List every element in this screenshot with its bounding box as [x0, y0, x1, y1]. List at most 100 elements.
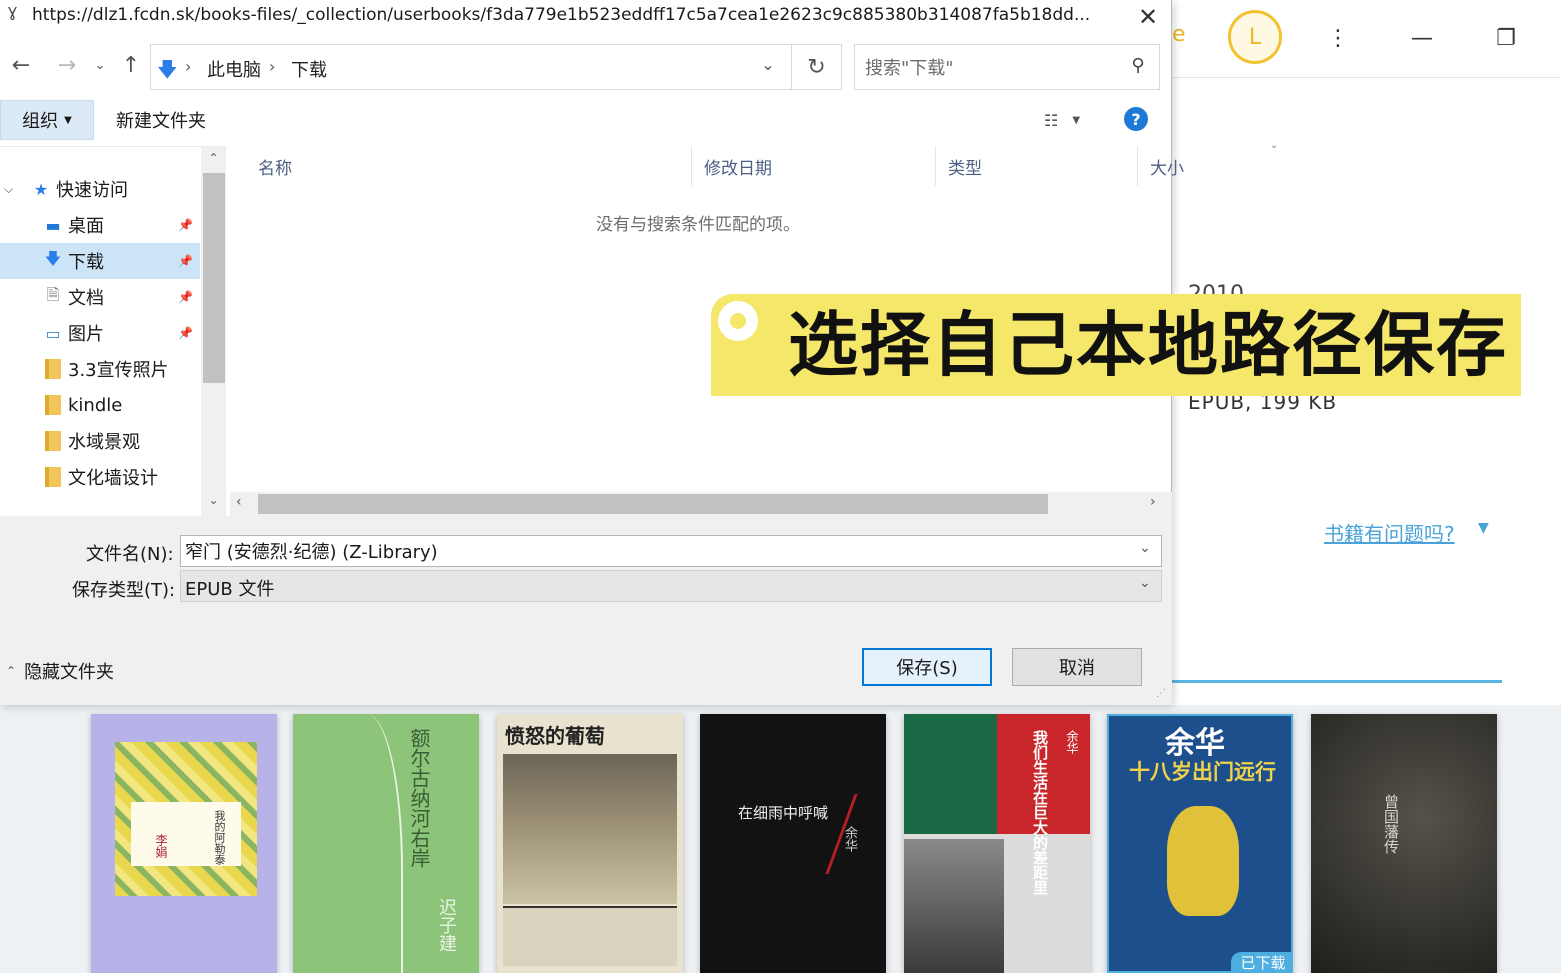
- sidebar-item-label: 桌面: [68, 216, 104, 237]
- sidebar-item-documents[interactable]: 🗎 文档 📌: [0, 279, 200, 315]
- back-arrow-icon[interactable]: ←: [6, 50, 36, 80]
- sidebar-item-desktop[interactable]: ▬ 桌面 📌: [0, 207, 200, 243]
- more-icon[interactable]: ⋮: [1318, 20, 1358, 56]
- star-icon: ★: [33, 179, 49, 199]
- sidebar-item-label: 下载: [68, 252, 104, 273]
- desktop-icon: ▬: [45, 215, 61, 235]
- book-cover[interactable]: 我们生活在巨大的差距里 余华: [904, 714, 1090, 973]
- filetype-select[interactable]: EPUB 文件 ⌄: [180, 570, 1162, 602]
- column-label: 修改日期: [704, 158, 772, 179]
- minimize-icon[interactable]: —: [1402, 20, 1442, 56]
- sidebar-item-downloads[interactable]: 🡇 下载 📌: [0, 243, 200, 279]
- book-author: 迟子建: [436, 898, 457, 952]
- book-title: 曾国藩传: [1382, 794, 1400, 854]
- chevron-right-icon[interactable]: ›: [185, 57, 191, 76]
- filetype-label: 保存类型(T):: [72, 580, 176, 601]
- column-type[interactable]: 类型: [936, 146, 1138, 186]
- search-box[interactable]: ⚲: [854, 44, 1160, 90]
- chevron-down-icon[interactable]: ⌄: [753, 55, 783, 81]
- close-icon[interactable]: ✕: [1126, 0, 1170, 34]
- column-name[interactable]: 名称: [246, 146, 692, 186]
- avatar[interactable]: L: [1228, 10, 1282, 64]
- column-size[interactable]: 大小: [1138, 146, 1198, 186]
- scroll-up-icon[interactable]: ⌃: [201, 151, 226, 171]
- caret-down-icon: ▼: [1072, 114, 1081, 126]
- nav-scrollbar[interactable]: ⌃ ⌄: [201, 147, 226, 516]
- book-title: 我们生活在巨大的差距里: [1031, 730, 1049, 895]
- sidebar-item-pictures[interactable]: ▭ 图片 📌: [0, 315, 200, 351]
- navigation-bar: ← → ⌄ ↑ 🡇 › 此电脑 › 下载 ⌄ ↻ ⚲: [0, 40, 1172, 94]
- scroll-down-icon[interactable]: ⌄: [201, 493, 226, 513]
- book-issue-link[interactable]: 书籍有问题吗?: [1324, 518, 1455, 547]
- sidebar-item-label: 3.3宣传照片: [68, 360, 169, 381]
- pin-icon[interactable]: 📌: [178, 218, 193, 232]
- filename-input[interactable]: [185, 539, 1125, 563]
- up-arrow-icon[interactable]: ↑: [116, 50, 146, 80]
- organize-label: 组织: [22, 111, 59, 132]
- chevron-down-icon[interactable]: ⌄: [1139, 575, 1151, 591]
- pin-icon[interactable]: 📌: [178, 254, 193, 268]
- resize-grip-icon[interactable]: ⋰: [1156, 688, 1166, 699]
- book-title: 在细雨中呼喊: [738, 804, 829, 822]
- scroll-left-icon[interactable]: ‹: [236, 494, 242, 510]
- caret-down-icon: ▼: [64, 114, 72, 126]
- chevron-down-icon[interactable]: ⌄: [1139, 540, 1151, 556]
- sidebar-item-label: 文档: [68, 288, 104, 309]
- filetype-value: EPUB 文件: [185, 579, 275, 600]
- filename-label: 文件名(N):: [86, 544, 174, 565]
- cancel-button[interactable]: 取消: [1012, 648, 1142, 686]
- chevron-down-icon[interactable]: ⌄: [86, 50, 114, 80]
- help-icon[interactable]: ?: [1124, 107, 1148, 131]
- scroll-thumb[interactable]: [258, 494, 1048, 514]
- pin-icon[interactable]: 📌: [178, 326, 193, 340]
- view-options-button[interactable]: ☷ ▼: [1032, 106, 1092, 134]
- sidebar-item-folder[interactable]: 文化墙设计: [0, 459, 200, 495]
- column-modified-date[interactable]: ⌄ 修改日期: [692, 140, 1278, 186]
- book-author: 余华: [1065, 730, 1079, 754]
- scroll-thumb[interactable]: [203, 173, 225, 383]
- breadcrumb-this-pc[interactable]: 此电脑: [207, 56, 261, 82]
- sidebar-item-label: 快速访问: [56, 180, 128, 201]
- restore-icon[interactable]: ❐: [1486, 20, 1526, 56]
- new-folder-button[interactable]: 新建文件夹: [108, 100, 214, 140]
- sidebar-item-label: 文化墙设计: [68, 468, 158, 489]
- sort-indicator-icon: ⌄: [1270, 140, 1279, 151]
- horizontal-scrollbar[interactable]: ‹ ›: [230, 492, 1172, 516]
- dialog-title: https://dlz1.fcdn.sk/books-files/_collec…: [32, 5, 1091, 25]
- scroll-right-icon[interactable]: ›: [1150, 494, 1156, 510]
- address-bar[interactable]: 🡇 › 此电脑 › 下载 ⌄: [150, 44, 792, 90]
- search-icon[interactable]: ⚲: [1125, 55, 1151, 81]
- sidebar-item-folder[interactable]: kindle: [0, 387, 200, 423]
- forward-arrow-icon[interactable]: →: [52, 50, 82, 80]
- chevron-right-icon[interactable]: ›: [269, 57, 275, 76]
- download-icon: 🡇: [44, 248, 62, 268]
- filename-combobox[interactable]: ⌄: [180, 535, 1162, 567]
- partial-label: e: [1172, 22, 1186, 47]
- book-cover[interactable]: 愤怒的葡萄: [497, 714, 683, 973]
- chevron-down-icon[interactable]: ▼: [1478, 520, 1489, 536]
- book-cover[interactable]: 在细雨中呼喊 余华: [700, 714, 886, 973]
- save-button[interactable]: 保存(S): [862, 648, 992, 686]
- book-title: 额尔古纳河右岸: [407, 728, 431, 868]
- book-cover[interactable]: 曾国藩传: [1311, 714, 1497, 973]
- sidebar-item-label: 水域景观: [68, 432, 140, 453]
- document-icon: 🗎: [46, 284, 60, 304]
- bullet-icon: [718, 301, 758, 341]
- breadcrumb-downloads[interactable]: 下载: [291, 56, 327, 82]
- refresh-icon[interactable]: ↻: [792, 44, 842, 90]
- book-cover[interactable]: 额尔古纳河右岸 迟子建: [293, 714, 479, 973]
- chevron-up-icon: ⌃: [6, 664, 17, 678]
- sidebar-item-folder[interactable]: 3.3宣传照片: [0, 351, 200, 387]
- book-cover[interactable]: 余华 十八岁出门远行 已下载: [1107, 714, 1293, 973]
- sidebar-item-quick-access[interactable]: ⌵ ★ 快速访问: [0, 171, 200, 207]
- dialog-titlebar[interactable]: Ɣ https://dlz1.fcdn.sk/books-files/_coll…: [0, 0, 1172, 34]
- chevron-down-icon[interactable]: ⌵: [4, 182, 13, 197]
- hide-folders-toggle[interactable]: ⌃ 隐藏文件夹: [6, 658, 114, 684]
- organize-button[interactable]: 组织 ▼: [0, 100, 94, 140]
- hide-folders-label: 隐藏文件夹: [24, 662, 115, 683]
- pin-icon[interactable]: 📌: [178, 290, 193, 304]
- book-cover[interactable]: 我的阿勒泰 李娟: [91, 714, 277, 973]
- sidebar-item-folder[interactable]: 水域景观: [0, 423, 200, 459]
- folder-icon: [42, 394, 64, 416]
- search-input[interactable]: [865, 55, 1115, 81]
